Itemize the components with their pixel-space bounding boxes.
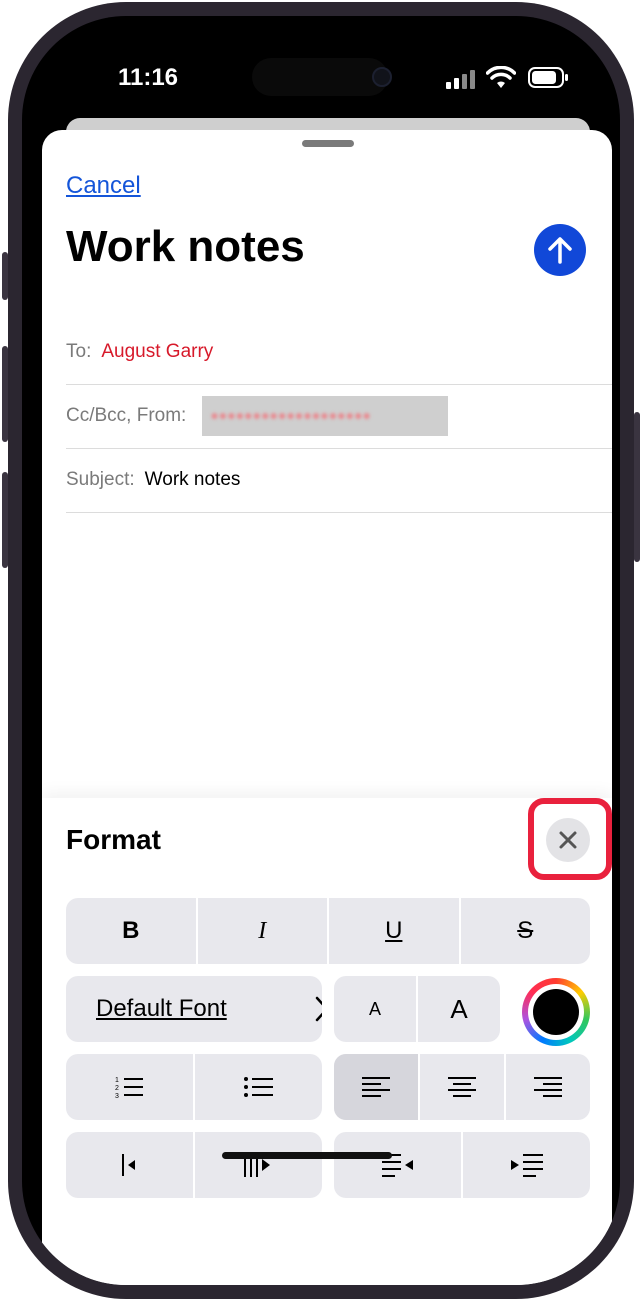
numbered-list-icon: 1 2 3 bbox=[115, 1077, 143, 1100]
underline-button[interactable]: U bbox=[329, 898, 461, 964]
align-center-icon bbox=[448, 1077, 476, 1097]
arrow-up-icon bbox=[548, 237, 572, 264]
increase-font-size-button[interactable]: A bbox=[418, 976, 500, 1042]
font-selector[interactable]: Default Font bbox=[66, 976, 322, 1042]
home-indicator[interactable] bbox=[222, 1152, 392, 1159]
font-label: Default Font bbox=[96, 995, 227, 1022]
battery-icon bbox=[528, 67, 568, 88]
close-format-button[interactable] bbox=[546, 818, 590, 862]
svg-text:3: 3 bbox=[115, 1093, 119, 1100]
align-right-icon bbox=[534, 1077, 562, 1097]
to-label: To: bbox=[66, 341, 92, 362]
volume-up-button bbox=[2, 346, 8, 442]
text-color-button[interactable] bbox=[522, 978, 590, 1046]
align-left-button[interactable] bbox=[334, 1054, 420, 1120]
font-selector-inner: Default Font bbox=[66, 976, 322, 1042]
recipient-token[interactable]: August Garry bbox=[101, 341, 213, 363]
decrease-quote-level-button[interactable] bbox=[66, 1132, 195, 1198]
send-button[interactable] bbox=[534, 224, 586, 276]
compose-sheet: Cancel Work notes To: August Garry Cc/Bc… bbox=[42, 130, 612, 1285]
quote-level-group bbox=[66, 1132, 322, 1198]
decrease-quote-level-icon bbox=[121, 1154, 135, 1176]
phone-frame: 11:16 Cancel Work notes To: August Garry… bbox=[2, 2, 640, 1299]
sheet-grabber[interactable] bbox=[302, 140, 354, 147]
to-field[interactable]: To: August Garry bbox=[66, 320, 612, 385]
indent-group bbox=[334, 1132, 590, 1198]
numbered-list-button[interactable]: 1 2 3 bbox=[66, 1054, 195, 1120]
action-button bbox=[2, 252, 8, 300]
cancel-button[interactable]: Cancel bbox=[66, 172, 141, 200]
list-group: 1 2 3 bbox=[66, 1054, 322, 1120]
alignment-group bbox=[334, 1054, 590, 1120]
svg-text:1: 1 bbox=[115, 1077, 119, 1084]
text-color-swatch bbox=[533, 989, 579, 1035]
text-style-group: B I U S bbox=[66, 898, 590, 964]
align-center-button[interactable] bbox=[420, 1054, 506, 1120]
subject-field[interactable]: Subject: Work notes bbox=[66, 448, 612, 513]
outdent-button[interactable] bbox=[334, 1132, 463, 1198]
volume-down-button bbox=[2, 472, 8, 568]
indent-icon bbox=[510, 1154, 543, 1177]
font-size-group: A A bbox=[334, 976, 500, 1042]
strikethrough-button[interactable]: S bbox=[461, 898, 591, 964]
from-address-redacted[interactable]: ●●●●●●●●●●●●●●●●●●● bbox=[202, 396, 449, 436]
svg-text:2: 2 bbox=[115, 1085, 119, 1092]
increase-quote-level-button[interactable] bbox=[195, 1132, 322, 1198]
format-panel: Format B I U S Default Font A A 1 2 3 bbox=[42, 798, 612, 1285]
status-time: 11:16 bbox=[117, 64, 179, 91]
bulleted-list-button[interactable] bbox=[195, 1054, 322, 1120]
close-icon bbox=[559, 831, 577, 849]
italic-button[interactable]: I bbox=[198, 898, 329, 964]
wifi-icon bbox=[486, 66, 516, 88]
dynamic-island bbox=[252, 58, 388, 96]
power-button bbox=[634, 412, 640, 562]
align-left-icon bbox=[362, 1077, 390, 1097]
camera-icon bbox=[372, 67, 392, 87]
subject-value[interactable]: Work notes bbox=[145, 469, 241, 491]
decrease-font-size-button[interactable]: A bbox=[334, 976, 418, 1042]
chevron-right-icon bbox=[315, 996, 322, 1022]
compose-title: Work notes bbox=[66, 222, 305, 271]
align-right-button[interactable] bbox=[506, 1054, 590, 1120]
format-title: Format bbox=[66, 824, 161, 855]
cc-bcc-from-field[interactable]: Cc/Bcc, From: ●●●●●●●●●●●●●●●●●●● bbox=[66, 384, 612, 449]
screen: 11:16 Cancel Work notes To: August Garry… bbox=[22, 16, 620, 1285]
indent-button[interactable] bbox=[463, 1132, 590, 1198]
cellular-signal-icon bbox=[446, 70, 475, 89]
subject-label: Subject: bbox=[66, 469, 135, 490]
bold-button[interactable]: B bbox=[66, 898, 198, 964]
cc-bcc-from-label: Cc/Bcc, From: bbox=[66, 405, 187, 426]
bulleted-list-icon bbox=[243, 1077, 273, 1097]
